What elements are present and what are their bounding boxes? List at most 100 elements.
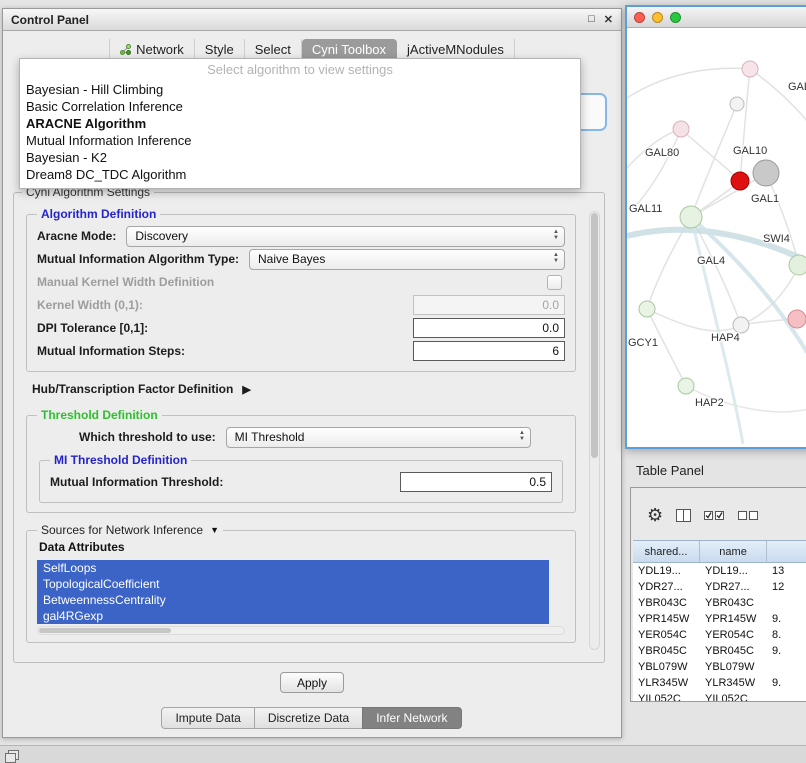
- table-row[interactable]: YBR043CYBR043C: [633, 595, 806, 611]
- graph-node[interactable]: [730, 97, 744, 111]
- table-cell: 8.: [767, 627, 806, 643]
- horizontal-scrollbar[interactable]: [37, 626, 565, 635]
- scrollbar-thumb[interactable]: [591, 213, 598, 458]
- table-row[interactable]: YDL19...YDL19...13: [633, 563, 806, 579]
- bottom-tab-discretize-data[interactable]: Discretize Data: [254, 707, 363, 729]
- gear-icon[interactable]: ⚙: [647, 506, 663, 524]
- minimize-traffic-light[interactable]: [652, 12, 663, 23]
- aracne-mode-label: Aracne Mode:: [37, 229, 116, 243]
- vertical-scrollbar[interactable]: [589, 211, 600, 650]
- clear-selection-icon[interactable]: [738, 510, 759, 520]
- attribute-item[interactable]: gal4RGexp: [37, 608, 549, 624]
- restore-window-icon[interactable]: [8, 750, 19, 760]
- algorithm-definition-title: Algorithm Definition: [37, 207, 160, 221]
- algorithm-option[interactable]: Dream8 DC_TDC Algorithm: [20, 166, 580, 183]
- tab-label: Select: [255, 42, 291, 57]
- algorithm-option[interactable]: Mutual Information Inference: [20, 132, 580, 149]
- graph-node-label: GAL4: [697, 255, 725, 267]
- column-header[interactable]: [767, 541, 806, 562]
- graph-node[interactable]: [789, 255, 806, 275]
- tab-label: Network: [136, 42, 184, 57]
- bottom-tab-infer-network[interactable]: Infer Network: [362, 707, 461, 729]
- cyni-algorithm-settings-group: Cyni Algorithm Settings Algorithm Defini…: [13, 185, 605, 663]
- tab-label: Style: [205, 42, 234, 57]
- column-header[interactable]: name: [700, 541, 767, 562]
- table-row[interactable]: YBR045CYBR045C9.: [633, 643, 806, 659]
- settings-scroll-area: Algorithm Definition Aracne Mode: Discov…: [26, 207, 576, 656]
- expand-right-icon: ▶: [242, 383, 250, 396]
- manual-kernel-width-checkbox[interactable]: [547, 275, 562, 290]
- attribute-item[interactable]: SelfLoops: [37, 560, 549, 576]
- dropdown-placeholder: Select algorithm to view settings: [20, 59, 580, 81]
- mi-algorithm-type-select[interactable]: Naive Bayes ▲▼: [249, 249, 565, 270]
- table-row[interactable]: YDR27...YDR27...12: [633, 579, 806, 595]
- mi-threshold-field[interactable]: 0.5: [400, 472, 552, 492]
- network-view-window[interactable]: GALGAL80GAL10GAL1GAL11SWI4GAL4GCY1HAP4HA…: [625, 5, 806, 449]
- algorithm-option[interactable]: Bayesian - Hill Climbing: [20, 81, 580, 98]
- dpi-tolerance-label: DPI Tolerance [0,1]:: [37, 321, 148, 335]
- table-cell: YBR045C: [700, 643, 767, 659]
- table-cell: YBR043C: [700, 595, 767, 611]
- graph-node[interactable]: [678, 378, 694, 394]
- zoom-traffic-light[interactable]: [670, 12, 681, 23]
- network-canvas-area[interactable]: GALGAL80GAL10GAL1GAL11SWI4GAL4GCY1HAP4HA…: [627, 28, 806, 447]
- graph-edge[interactable]: [647, 309, 741, 331]
- combo-arrows-icon: ▲▼: [518, 431, 526, 443]
- network-canvas[interactable]: GALGAL80GAL10GAL1GAL11SWI4GAL4GCY1HAP4HA…: [627, 28, 806, 444]
- attribute-item[interactable]: BetweennessCentrality: [37, 592, 549, 608]
- close-traffic-light[interactable]: [634, 12, 645, 23]
- bottom-tab-bar: Impute DataDiscretize DataInfer Network: [3, 707, 621, 729]
- graph-edge[interactable]: [681, 129, 740, 181]
- table-row[interactable]: YER054CYER054C8.: [633, 627, 806, 643]
- scrollbar-thumb[interactable]: [39, 628, 171, 633]
- hub-definition-toggle[interactable]: Hub/Transcription Factor Definition ▶: [32, 382, 576, 396]
- kernel-width-label: Kernel Width (0,1):: [37, 298, 143, 312]
- table-cell: YIL052C: [700, 691, 767, 702]
- graph-node-label: GAL1: [751, 193, 779, 205]
- graph-node[interactable]: [733, 317, 749, 333]
- table-cell: YER054C: [700, 627, 767, 643]
- graph-node[interactable]: [731, 172, 749, 190]
- algorithm-option[interactable]: Bayesian - K2: [20, 149, 580, 166]
- which-threshold-select[interactable]: MI Threshold ▲▼: [226, 427, 531, 448]
- control-panel-titlebar[interactable]: Control Panel □ ✕: [3, 9, 621, 31]
- graph-edge[interactable]: [740, 69, 750, 181]
- node-attribute-table: shared...nameYDL19...YDL19...13YDR27...Y…: [633, 540, 806, 701]
- graph-node[interactable]: [788, 310, 806, 328]
- graph-node[interactable]: [742, 61, 758, 77]
- data-attributes-list[interactable]: SelfLoopsTopologicalCoefficientBetweenne…: [37, 560, 549, 624]
- aracne-mode-select[interactable]: Discovery ▲▼: [126, 226, 565, 247]
- network-tab-icon: [120, 44, 131, 55]
- table-row[interactable]: YBL079WYBL079W: [633, 659, 806, 675]
- network-window-titlebar[interactable]: [627, 7, 806, 28]
- table-row[interactable]: YPR145WYPR145W9.: [633, 611, 806, 627]
- graph-node[interactable]: [673, 121, 689, 137]
- column-selector-icon[interactable]: [676, 509, 691, 522]
- bottom-tab-impute-data[interactable]: Impute Data: [161, 707, 254, 729]
- threshold-definition-group: Threshold Definition Which threshold to …: [26, 408, 576, 513]
- float-window-icon[interactable]: □: [588, 13, 595, 26]
- mi-threshold-definition-title: MI Threshold Definition: [50, 453, 191, 467]
- column-header[interactable]: shared...: [633, 541, 700, 562]
- desktop: Control Panel □ ✕ Network Style Select Cyni…: [0, 0, 806, 762]
- table-row[interactable]: YLR345WYLR345W9.: [633, 675, 806, 691]
- graph-node[interactable]: [680, 206, 702, 228]
- graph-edge[interactable]: [627, 68, 750, 98]
- table-row[interactable]: YIL052CYIL052C: [633, 691, 806, 702]
- dpi-tolerance-field[interactable]: 0.0: [413, 318, 565, 338]
- select-all-icon[interactable]: [704, 510, 725, 520]
- algorithm-option[interactable]: Basic Correlation Inference: [20, 98, 580, 115]
- algorithm-option[interactable]: ARACNE Algorithm: [20, 115, 580, 132]
- graph-node[interactable]: [639, 301, 655, 317]
- graph-node[interactable]: [753, 160, 779, 186]
- collapse-down-icon: ▼: [210, 525, 219, 535]
- sources-toggle[interactable]: Sources for Network Inference ▼: [37, 523, 223, 537]
- graph-edge[interactable]: [750, 69, 806, 128]
- mi-steps-field[interactable]: 6: [413, 341, 565, 361]
- apply-button[interactable]: Apply: [280, 672, 344, 693]
- attribute-item[interactable]: TopologicalCoefficient: [37, 576, 549, 592]
- close-icon[interactable]: ✕: [604, 13, 613, 26]
- table-cell: YBR045C: [633, 643, 700, 659]
- tab-label: Cyni Toolbox: [312, 42, 386, 57]
- table-cell: YBL079W: [633, 659, 700, 675]
